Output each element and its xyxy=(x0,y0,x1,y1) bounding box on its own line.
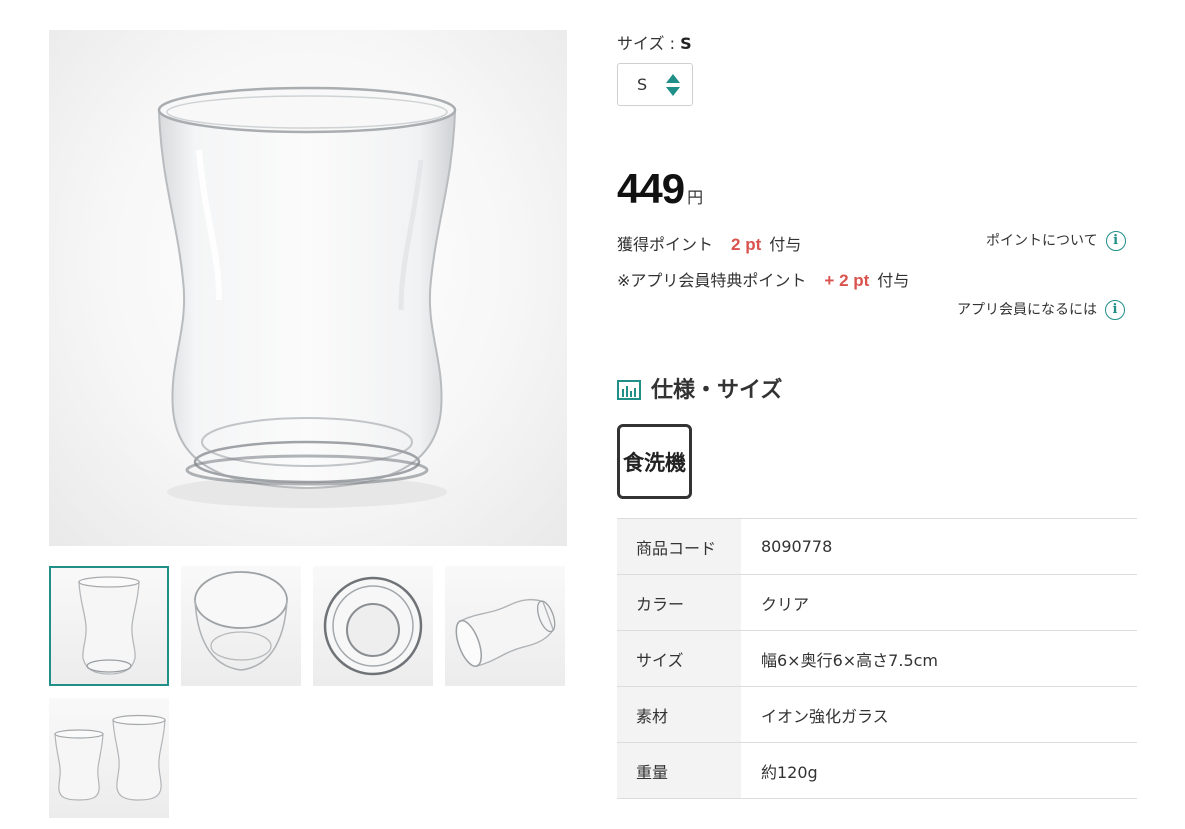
glass-front-thumb-image xyxy=(78,576,140,675)
glass-image xyxy=(157,86,457,508)
table-row: 重量 約120g xyxy=(617,742,1137,799)
become-member-text: アプリ会員になるには xyxy=(957,302,1097,318)
dishwasher-safe-badge: 食洗機 xyxy=(617,424,692,499)
about-points-text: ポイントについて xyxy=(986,233,1098,249)
spec-value: 幅6×奥行6×高さ7.5cm xyxy=(761,650,939,670)
earned-points-label: 獲得ポイント xyxy=(617,235,714,254)
size-label-text: サイズ : xyxy=(617,34,681,53)
earned-points-row: 獲得ポイント 2 pt 付与 xyxy=(617,231,801,255)
spec-label: カラー xyxy=(617,574,741,631)
spec-label: サイズ xyxy=(617,630,741,687)
app-points-label: ※アプリ会員特典ポイント xyxy=(617,271,807,290)
size-label: サイズ : S xyxy=(617,30,692,54)
spec-title-text: 仕様・サイズ xyxy=(651,378,783,403)
glass-side-thumb-image xyxy=(455,598,556,668)
spec-table: 商品コード 8090778 カラー クリア サイズ 幅6×奥行6×高さ7.5cm… xyxy=(617,518,1137,799)
spec-label: 商品コード xyxy=(617,518,741,575)
earned-points-value: 2 pt xyxy=(731,235,762,254)
main-product-image[interactable] xyxy=(49,30,567,546)
spec-label: 重量 xyxy=(617,742,741,799)
thumbnail-glass-top[interactable] xyxy=(313,566,433,686)
thumbnail-glass-pair[interactable] xyxy=(49,698,169,818)
spec-value: 約120g xyxy=(761,762,818,782)
table-row: サイズ 幅6×奥行6×高さ7.5cm xyxy=(617,630,1137,687)
app-points-value: + 2 pt xyxy=(824,271,870,290)
glass-top-thumb-image xyxy=(323,576,423,676)
size-current-value: S xyxy=(680,34,692,53)
become-member-link[interactable]: アプリ会員になるには i xyxy=(957,299,1125,320)
table-row: 素材 イオン強化ガラス xyxy=(617,686,1137,743)
bar-chart-icon xyxy=(617,379,641,400)
about-points-link[interactable]: ポイントについて i xyxy=(986,230,1126,251)
thumbnail-glass-front[interactable] xyxy=(49,566,169,686)
glass-angle-thumb-image xyxy=(194,571,288,671)
app-points-row: ※アプリ会員特典ポイント + 2 pt 付与 xyxy=(617,267,909,291)
size-select[interactable]: S xyxy=(617,63,693,106)
table-row: 商品コード 8090778 xyxy=(617,518,1137,575)
spec-label: 素材 xyxy=(617,686,741,743)
info-icon: i xyxy=(1105,231,1126,251)
size-select-value: S xyxy=(637,75,648,94)
glass-pair-thumb-image xyxy=(54,714,166,801)
spec-section-title: 仕様・サイズ xyxy=(617,372,782,404)
table-row: カラー クリア xyxy=(617,574,1137,631)
app-points-suffix: 付与 xyxy=(877,271,910,290)
spec-value: イオン強化ガラス xyxy=(761,706,889,726)
earned-points-suffix: 付与 xyxy=(769,235,802,254)
thumbnail-glass-angle[interactable] xyxy=(181,566,301,686)
thumbnail-glass-side[interactable] xyxy=(445,566,565,686)
sort-arrows-icon xyxy=(666,74,680,96)
price-currency: 円 xyxy=(687,188,704,207)
dishwasher-badge-text: 食洗機 xyxy=(623,450,686,475)
spec-value: クリア xyxy=(761,594,810,614)
price: 449 円 xyxy=(617,165,703,213)
info-icon: i xyxy=(1105,300,1125,320)
spec-value: 8090778 xyxy=(761,537,833,556)
price-amount: 449 xyxy=(617,165,685,212)
